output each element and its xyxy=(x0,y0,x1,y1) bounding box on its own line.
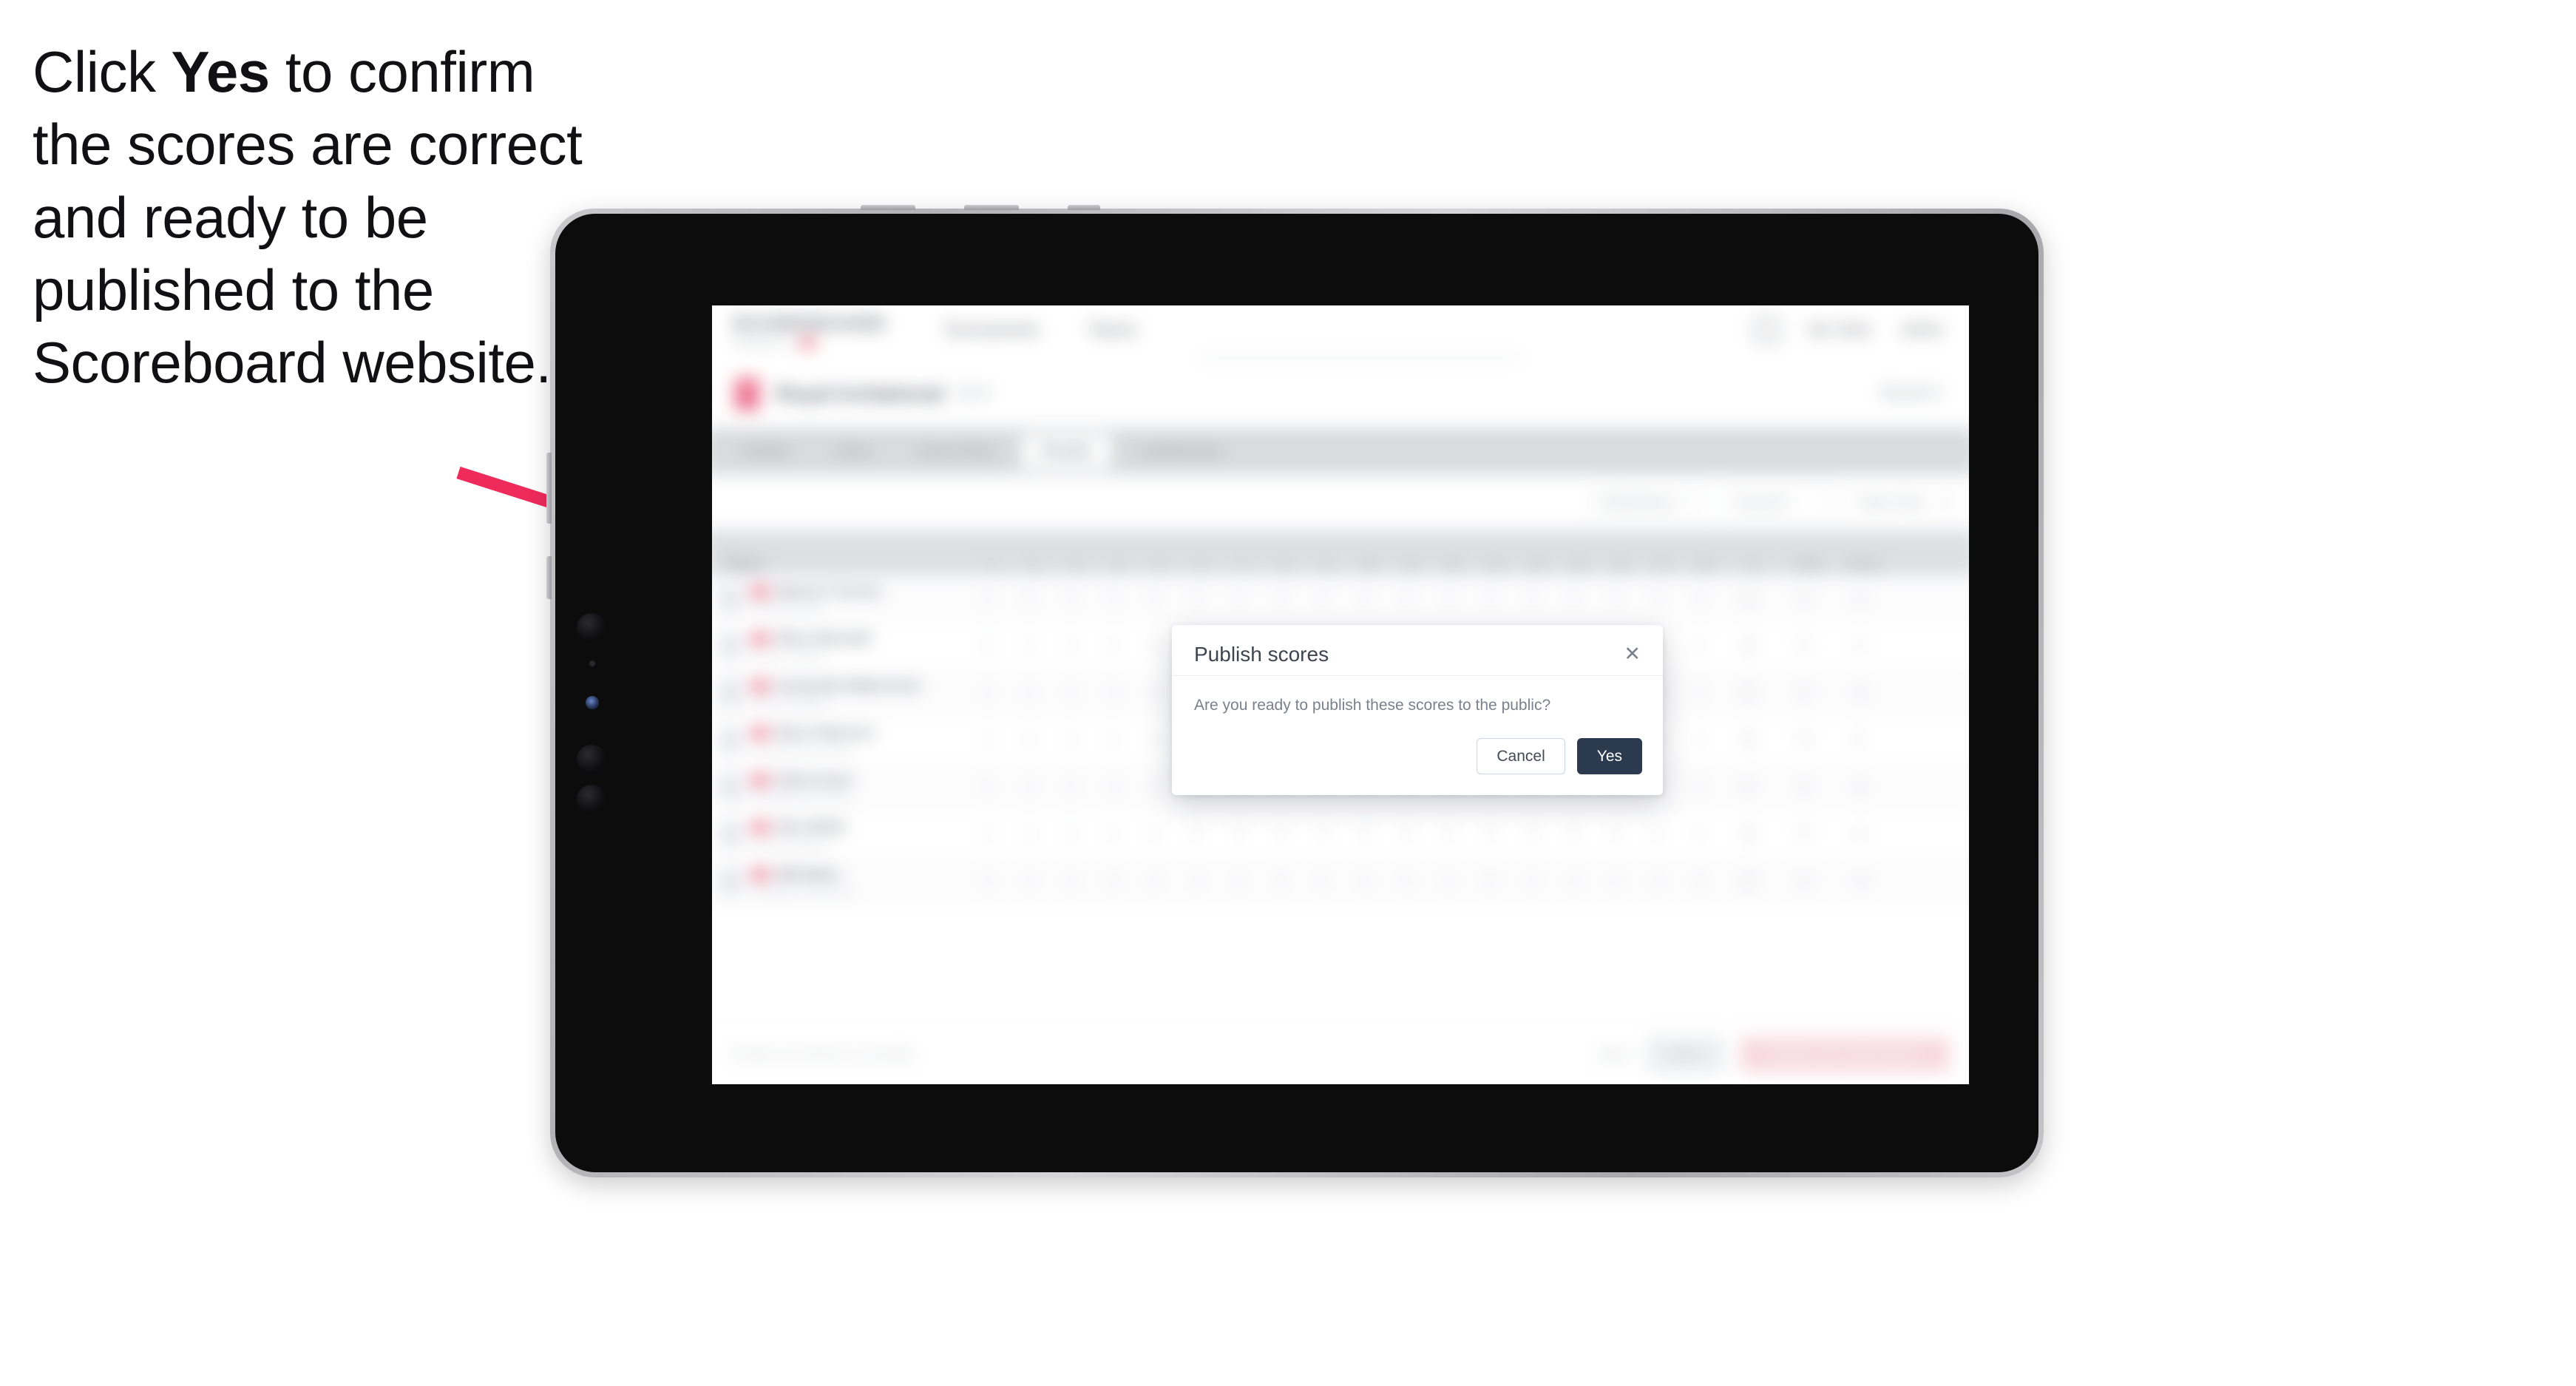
callout-text-start: Click xyxy=(33,39,172,104)
dialog-message: Are you ready to publish these scores to… xyxy=(1194,697,1551,714)
tablet-screen: SCOREBOARD POWERED BY Tournaments Teams … xyxy=(712,305,1969,1084)
instruction-callout: Click Yes to confirm the scores are corr… xyxy=(33,36,594,399)
volume-down-button[interactable] xyxy=(964,205,1019,210)
camera-lens-tertiary-icon xyxy=(577,785,606,813)
tablet-device: SCOREBOARD POWERED BY Tournaments Teams … xyxy=(546,205,2044,1177)
publish-scores-dialog: Publish scores ✕ Are you ready to publis… xyxy=(1172,625,1663,796)
camera-cluster xyxy=(576,613,610,835)
dialog-header: Publish scores ✕ xyxy=(1172,625,1663,676)
side-button-lower[interactable] xyxy=(546,556,552,599)
confirm-yes-button[interactable]: Yes xyxy=(1576,738,1642,775)
sensor-dot-icon xyxy=(589,660,595,666)
camera-lens-secondary-icon xyxy=(577,745,606,773)
callout-emphasis: Yes xyxy=(171,39,270,104)
dialog-title: Publish scores xyxy=(1194,643,1329,666)
cancel-button[interactable]: Cancel xyxy=(1477,738,1565,775)
power-button[interactable] xyxy=(1068,205,1100,210)
side-button-upper[interactable] xyxy=(546,453,552,524)
close-icon[interactable]: ✕ xyxy=(1622,644,1642,664)
flash-icon xyxy=(586,696,599,709)
tablet-body: SCOREBOARD POWERED BY Tournaments Teams … xyxy=(555,214,2038,1172)
camera-lens-icon xyxy=(577,613,606,641)
dialog-footer: Cancel Yes xyxy=(1172,722,1663,795)
volume-up-button[interactable] xyxy=(861,205,915,210)
